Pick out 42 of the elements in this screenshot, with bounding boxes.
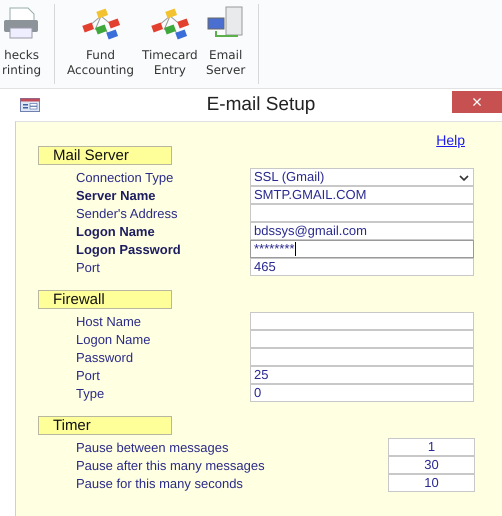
field-label: Pause between messages [76,440,230,454]
input-field[interactable]: 10 [388,474,475,492]
close-button[interactable]: × [452,91,502,113]
input-field[interactable] [250,204,474,222]
field-label: Password [76,350,134,364]
input-field[interactable]: 25 [250,366,474,384]
ribbon-button-label[interactable]: Fund Accounting [67,48,134,78]
section-heading: Timer [38,416,172,435]
section-heading: Firewall [38,290,172,309]
field-label: Sender's Address [76,206,178,220]
input-field[interactable]: 1 [388,438,475,456]
field-label: Logon Name [76,332,152,346]
caret-icon [459,174,469,180]
help-link[interactable]: Help [436,132,465,146]
input-field[interactable]: bdssys@gmail.com [250,222,474,240]
field-label: Connection Type [76,170,174,184]
window-title: E-mail Setup [206,94,316,116]
ribbon-button-label[interactable]: Email Server [206,48,246,78]
field-label: Logon Password [76,242,182,256]
input-field[interactable] [250,348,474,366]
field-label: Server Name [76,188,156,202]
input-field[interactable]: 30 [388,456,475,474]
input-field[interactable]: SMTP.GMAIL.COM [250,186,474,204]
input-field[interactable]: 465 [250,258,474,276]
ribbon-button-label[interactable]: Timecard Entry [142,48,198,78]
field-label: Port [76,368,101,382]
section-heading: Mail Server [38,146,172,165]
input-field[interactable] [250,312,474,330]
field-label: Logon Name [76,224,156,238]
field-label: Type [76,386,106,400]
network-icon [150,6,190,40]
field-label: Host Name [76,314,142,328]
field-label: Pause for this many seconds [76,476,244,490]
network-icon [80,6,120,40]
ribbon-button-label[interactable]: hecks rinting [2,48,42,78]
input-field[interactable] [250,330,474,348]
input-field[interactable]: 0 [250,384,474,402]
input-field[interactable]: ******** [250,240,474,258]
field-label: Port [76,260,101,274]
field-label: Pause after this many messages [76,458,266,472]
form-icon [20,98,40,112]
dropdown-field[interactable]: SSL (Gmail) [250,168,474,186]
